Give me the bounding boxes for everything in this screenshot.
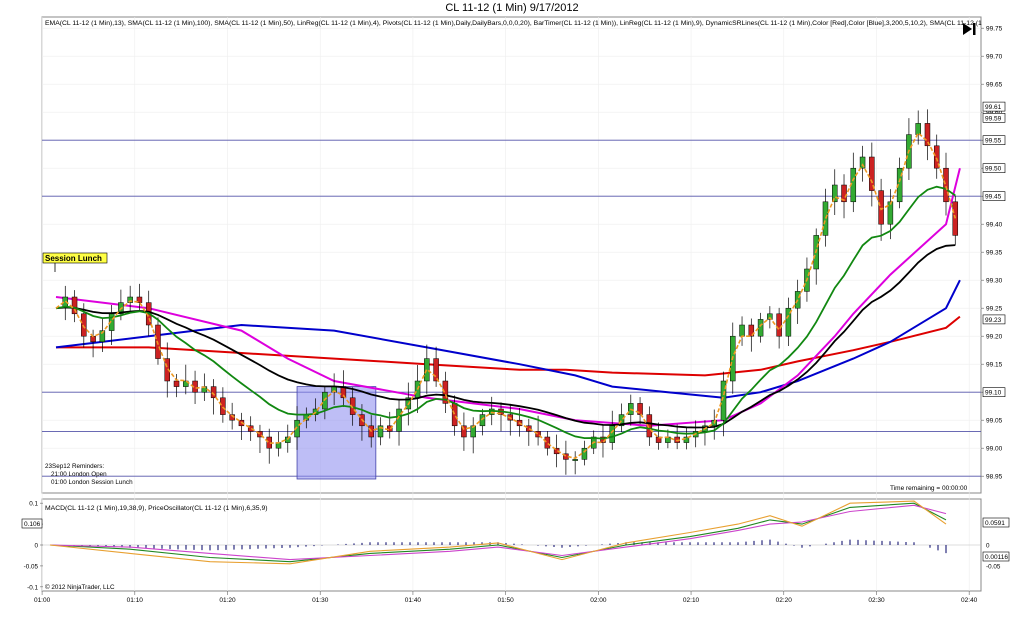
y-tick-label: 99.40: [986, 222, 1003, 229]
macd-y-tick-label-right: -0.05: [986, 563, 1001, 570]
candle-body: [220, 397, 226, 415]
price-marker: 99.55: [985, 138, 1002, 145]
candle-body: [822, 201, 829, 236]
reminder-2: 01:00 London Session Lunch: [51, 479, 133, 486]
macd-right-marker-0: 0.0591: [985, 520, 1005, 527]
x-tick-label: 01:10: [127, 597, 144, 604]
candle-body: [915, 123, 921, 135]
y-tick-label: 99.15: [986, 362, 1003, 369]
price-axis: 99.7599.7099.6599.6099.5599.5099.4599.40…: [981, 26, 1003, 481]
candle-body: [173, 380, 180, 387]
x-tick-label: 02:00: [590, 597, 607, 604]
price-marker: 99.45: [985, 194, 1002, 201]
y-tick-label: 99.35: [986, 250, 1003, 257]
price-marker: 99.61: [985, 104, 1002, 111]
y-tick-label: 99.75: [986, 26, 1003, 33]
macd-header: MACD(CL 11-12 (1 Min),19,38,9), PriceOsc…: [45, 505, 268, 512]
reminder-0: 23Sep12 Reminders:: [45, 463, 104, 470]
session-lunch-label: Session Lunch: [45, 254, 102, 263]
candle-body: [396, 408, 402, 432]
sma-line: [55, 279, 961, 399]
x-tick-label: 02:20: [776, 597, 793, 604]
x-tick-label: 02:10: [683, 597, 700, 604]
y-tick-label: 99.70: [986, 54, 1003, 61]
y-tick-label: 98.95: [986, 474, 1003, 481]
y-tick-label: 99.25: [986, 306, 1003, 313]
candle-body: [757, 319, 764, 337]
x-tick-label: 01:30: [312, 597, 329, 604]
highlight-rect: [296, 386, 377, 480]
main-panel-frame: [41, 16, 982, 494]
candle-body: [479, 414, 486, 427]
candle-body: [887, 201, 894, 225]
price-marker: 99.50: [985, 166, 1002, 173]
y-tick-label: 99.20: [986, 334, 1003, 341]
candle-body: [739, 324, 745, 337]
y-tick-label: 99.00: [986, 446, 1003, 453]
x-tick-label: 02:40: [961, 597, 978, 604]
price-marker: 99.10: [985, 390, 1002, 397]
highlight-box: [296, 386, 377, 480]
candle-body: [572, 459, 578, 461]
candle-body: [878, 190, 884, 225]
macd-y-tick-label-left: 0.1: [29, 501, 38, 508]
candle-body: [776, 313, 782, 337]
x-tick-label: 01:40: [405, 597, 422, 604]
macd-series-line: [49, 504, 947, 561]
macd-left-marker: 0.106: [24, 521, 41, 528]
candle-body: [433, 358, 439, 382]
candle-body: [609, 425, 615, 443]
candle-body: [943, 167, 949, 203]
macd-y-tick-label-left: -0.1: [27, 584, 38, 591]
chart-canvas[interactable]: 99.7599.7099.6599.6099.5599.5099.4599.40…: [0, 0, 1024, 618]
macd-y-tick-label-right: 0: [986, 543, 990, 550]
x-tick-label: 02:30: [868, 597, 885, 604]
macd-right-marker-1: 0.00116: [985, 554, 1008, 561]
candle-body: [544, 436, 551, 449]
y-tick-label: 99.05: [986, 418, 1003, 425]
time-axis: 01:00 01:10 01:20 01:30 01:40 01:50 02:00 02:10…: [34, 591, 978, 604]
price-marker: 99.59: [985, 115, 1002, 122]
price-marker: 99.23: [985, 317, 1002, 324]
y-tick-label: 99.65: [986, 82, 1003, 89]
x-tick-label: 01:50: [497, 597, 514, 604]
candle-body: [451, 403, 458, 427]
reminder-1: 21:00 London Open: [51, 471, 107, 478]
indicator-header: EMA(CL 11-12 (1 Min),13), SMA(CL 11-12 (…: [45, 20, 982, 27]
candle-body: [952, 201, 959, 236]
macd-y-tick-label-left: 0: [34, 543, 38, 550]
copyright: © 2012 NinjaTrader, LLC: [45, 583, 115, 591]
x-tick-label: 01:00: [34, 597, 51, 604]
candle-body: [210, 386, 217, 399]
x-tick-label: 01:20: [219, 597, 236, 604]
macd-y-tick-label-left: -0.05: [24, 563, 39, 570]
candle-body: [81, 313, 87, 337]
time-remaining: Time remaining = 00:00:00: [890, 485, 968, 492]
y-tick-label: 99.30: [986, 278, 1003, 285]
